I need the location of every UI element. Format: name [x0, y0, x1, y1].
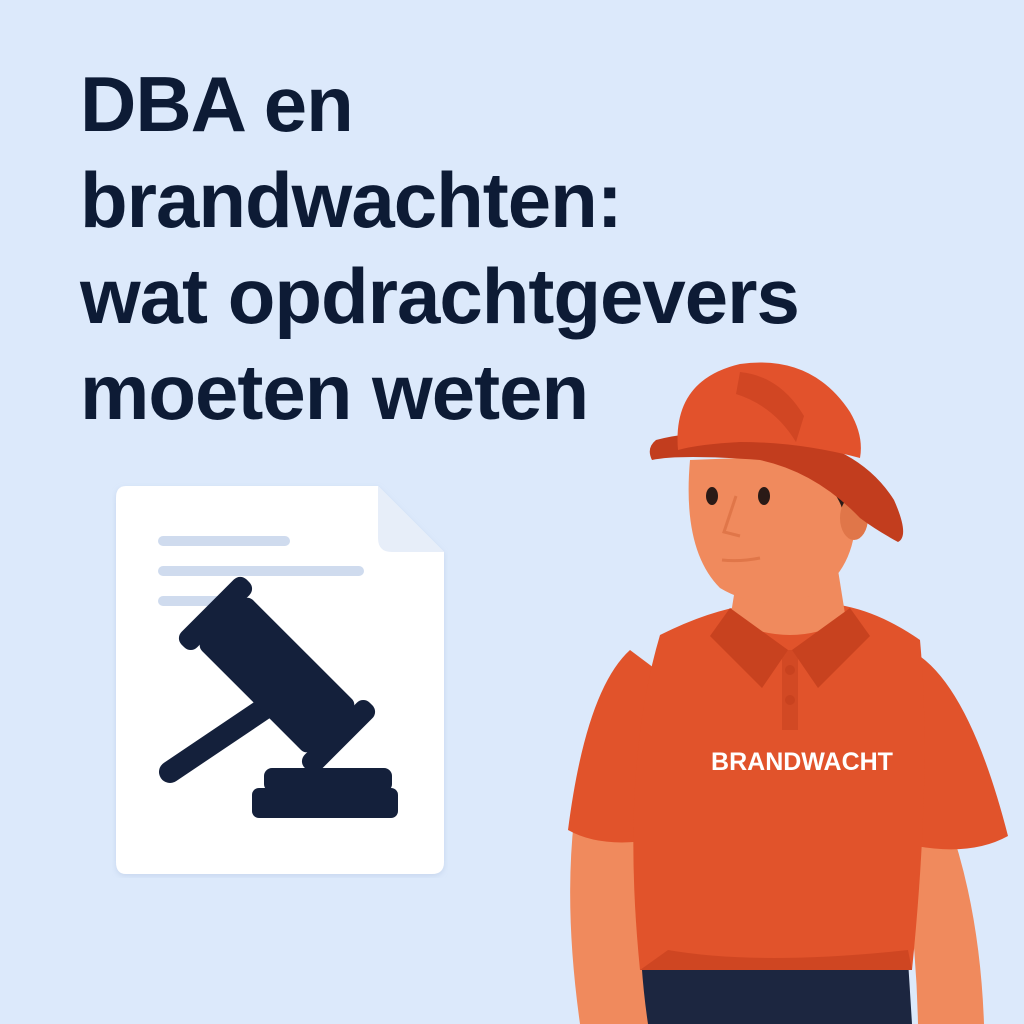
poster-canvas: DBA en brandwachten: wat opdrachtgevers … [0, 0, 1024, 1024]
placket [782, 650, 798, 730]
firewatch-person: BRANDWACHT [568, 362, 1008, 1024]
left-eye [706, 487, 718, 505]
document-fold [378, 486, 444, 552]
document-icon [116, 486, 444, 874]
button [785, 665, 795, 675]
title-line: DBA en [80, 60, 354, 148]
document-line [158, 566, 364, 576]
title-line: wat opdrachtgevers [80, 252, 800, 340]
title-line: brandwachten: [80, 156, 623, 244]
page-title: DBA en brandwachten: wat opdrachtgevers … [80, 56, 800, 440]
document-line [158, 536, 290, 546]
title-line: moeten weten [80, 348, 589, 436]
shirt-label: BRANDWACHT [711, 748, 893, 776]
button [785, 695, 795, 705]
right-eye [758, 487, 770, 505]
